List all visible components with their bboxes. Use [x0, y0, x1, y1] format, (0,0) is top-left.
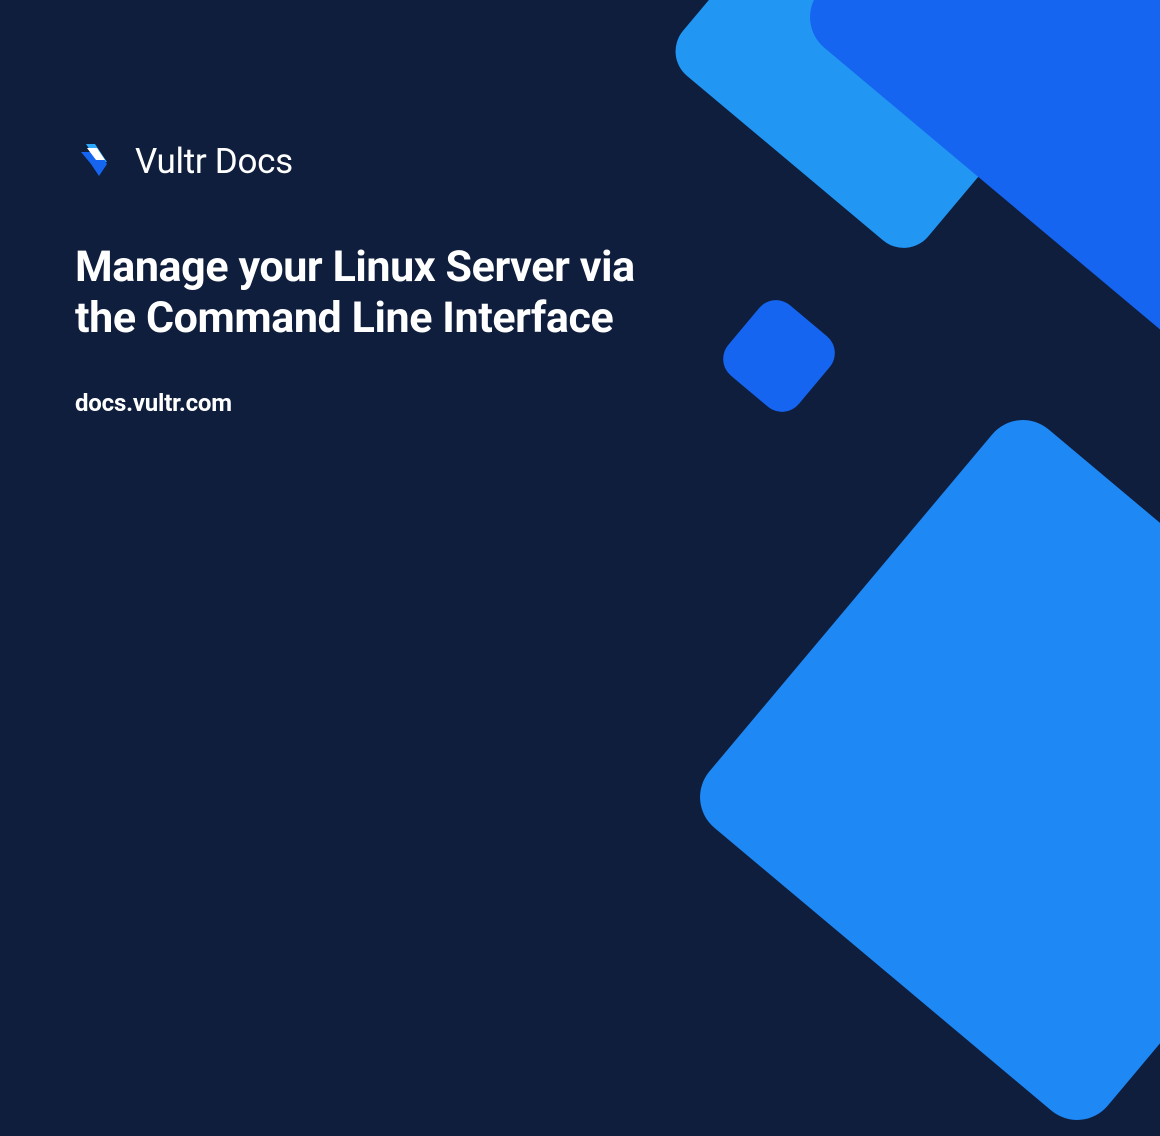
brand-name: Vultr Docs — [135, 141, 293, 182]
page-title: Manage your Linux Server via the Command… — [75, 242, 635, 343]
docs-url: docs.vultr.com — [75, 389, 1160, 417]
vultr-logo-icon — [75, 140, 117, 182]
content-block: Vultr Docs Manage your Linux Server via … — [0, 0, 1160, 417]
decorative-shape-bottom — [684, 404, 1160, 1136]
brand-row: Vultr Docs — [75, 140, 1160, 182]
